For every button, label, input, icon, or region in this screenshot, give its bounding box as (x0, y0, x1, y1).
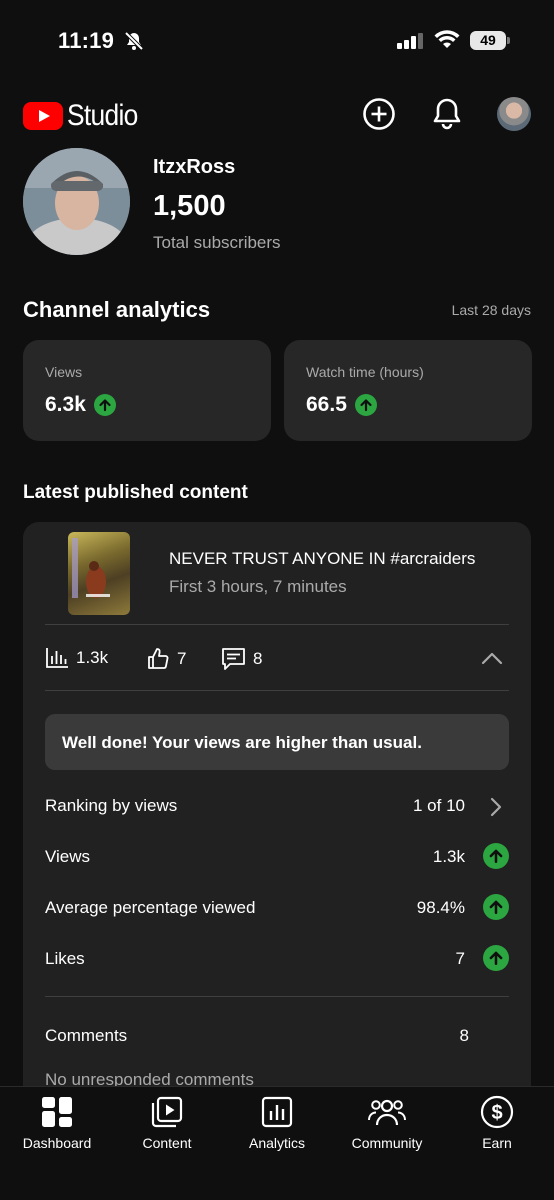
analytics-range[interactable]: Last 28 days (452, 302, 531, 318)
performance-note: Well done! Your views are higher than us… (45, 714, 509, 770)
views-row-value: 1.3k (432, 847, 465, 866)
channel-avatar[interactable] (23, 148, 130, 255)
likes-row-label: Likes (45, 949, 85, 968)
nav-content-label: Content (142, 1135, 192, 1151)
latest-content-title: Latest published content (23, 482, 248, 503)
create-button[interactable] (361, 96, 397, 132)
nav-earn-label: Earn (482, 1135, 512, 1151)
avg-percentage-label: Average percentage viewed (45, 898, 256, 917)
analytics-title: Channel analytics (23, 297, 211, 322)
battery-indicator: 49 (470, 31, 506, 50)
subscriber-label: Total subscribers (153, 233, 281, 252)
divider (45, 690, 509, 691)
earn-icon: $ (442, 1095, 552, 1129)
svg-text:$: $ (491, 1102, 502, 1124)
nav-community[interactable]: Community (332, 1095, 442, 1151)
ranking-value: 1 of 10 (413, 796, 465, 815)
battery-cap (507, 37, 510, 44)
video-comments-metric: 8 (221, 647, 262, 671)
collapse-button[interactable] (480, 648, 504, 673)
nav-dashboard-label: Dashboard (22, 1135, 92, 1151)
arrow-up-icon (354, 394, 377, 416)
youtube-play-icon (23, 102, 63, 130)
views-row: Views 1.3k (45, 843, 509, 873)
notifications-button[interactable] (429, 96, 465, 132)
avg-percentage-value: 98.4% (416, 898, 465, 917)
thumbs-up-icon (148, 648, 169, 669)
bar-chart-icon (46, 648, 68, 668)
nav-content[interactable]: Content (112, 1095, 222, 1151)
cellular-signal-icon (397, 33, 425, 54)
divider (45, 624, 509, 625)
arrow-up-icon (483, 894, 509, 920)
arrow-up-icon (483, 843, 509, 869)
wifi-icon (434, 29, 460, 54)
nav-analytics-label: Analytics (248, 1135, 306, 1151)
nav-dashboard[interactable]: Dashboard (2, 1095, 112, 1151)
views-row-label: Views (45, 847, 91, 866)
video-comments-value: 8 (253, 649, 263, 668)
arrow-up-icon (483, 945, 509, 971)
youtube-studio-logo[interactable]: Studio (23, 99, 147, 133)
latest-content-card: NEVER TRUST ANYONE IN #arcraiders First … (23, 522, 531, 1142)
nav-analytics[interactable]: Analytics (222, 1095, 332, 1151)
watch-time-card-value-row: 66.5 (306, 393, 377, 417)
arrow-up-icon (93, 394, 116, 416)
nav-community-label: Community (351, 1135, 423, 1151)
comment-icon (222, 648, 245, 670)
analytics-icon (222, 1095, 332, 1129)
video-likes-metric: 7 (146, 647, 186, 671)
silent-mode-icon (124, 31, 144, 56)
views-card-value-row: 6.3k (45, 393, 116, 417)
comments-row-value: 8 (459, 1026, 469, 1045)
content-icon (112, 1095, 222, 1129)
ranking-label: Ranking by views (45, 796, 178, 815)
subscriber-count: 1,500 (153, 190, 226, 222)
account-avatar[interactable] (497, 97, 531, 131)
watch-time-card[interactable]: Watch time (hours) 66.5 (284, 340, 532, 441)
status-time: 11:19 (58, 28, 115, 53)
views-card-label: Views (45, 364, 83, 380)
ranking-row[interactable]: Ranking by views 1 of 10 (45, 792, 509, 822)
watch-time-card-value: 66.5 (306, 393, 347, 416)
watch-time-card-label: Watch time (hours) (306, 364, 424, 380)
bottom-navigation: Dashboard Content Analytics Community $ … (0, 1086, 554, 1200)
community-icon (332, 1095, 442, 1129)
status-bar: 11:19 49 (0, 0, 554, 80)
video-views-metric: 1.3k (45, 647, 108, 669)
chevron-right-icon (489, 797, 503, 822)
plus-circle-icon (363, 98, 395, 130)
nav-earn[interactable]: $ Earn (442, 1095, 552, 1151)
logo-text: Studio (67, 99, 138, 132)
likes-row-value: 7 (455, 949, 465, 968)
views-card-value: 6.3k (45, 393, 86, 416)
channel-name: ItzxRoss (153, 156, 236, 178)
video-thumbnail[interactable] (68, 532, 130, 615)
comments-row-label: Comments (45, 1026, 128, 1045)
avg-percentage-row: Average percentage viewed 98.4% (45, 894, 509, 924)
video-title[interactable]: NEVER TRUST ANYONE IN #arcraiders (169, 549, 475, 569)
video-views-value: 1.3k (76, 648, 109, 667)
video-period: First 3 hours, 7 minutes (169, 577, 347, 596)
video-likes-value: 7 (177, 649, 187, 668)
likes-row: Likes 7 (45, 945, 509, 975)
views-card[interactable]: Views 6.3k (23, 340, 271, 441)
divider (45, 996, 509, 997)
bell-icon (433, 98, 461, 130)
dashboard-icon (2, 1095, 112, 1129)
app-header: Studio (0, 90, 554, 140)
comments-row[interactable]: Comments 8 (45, 1022, 509, 1052)
chevron-up-icon (481, 652, 503, 665)
